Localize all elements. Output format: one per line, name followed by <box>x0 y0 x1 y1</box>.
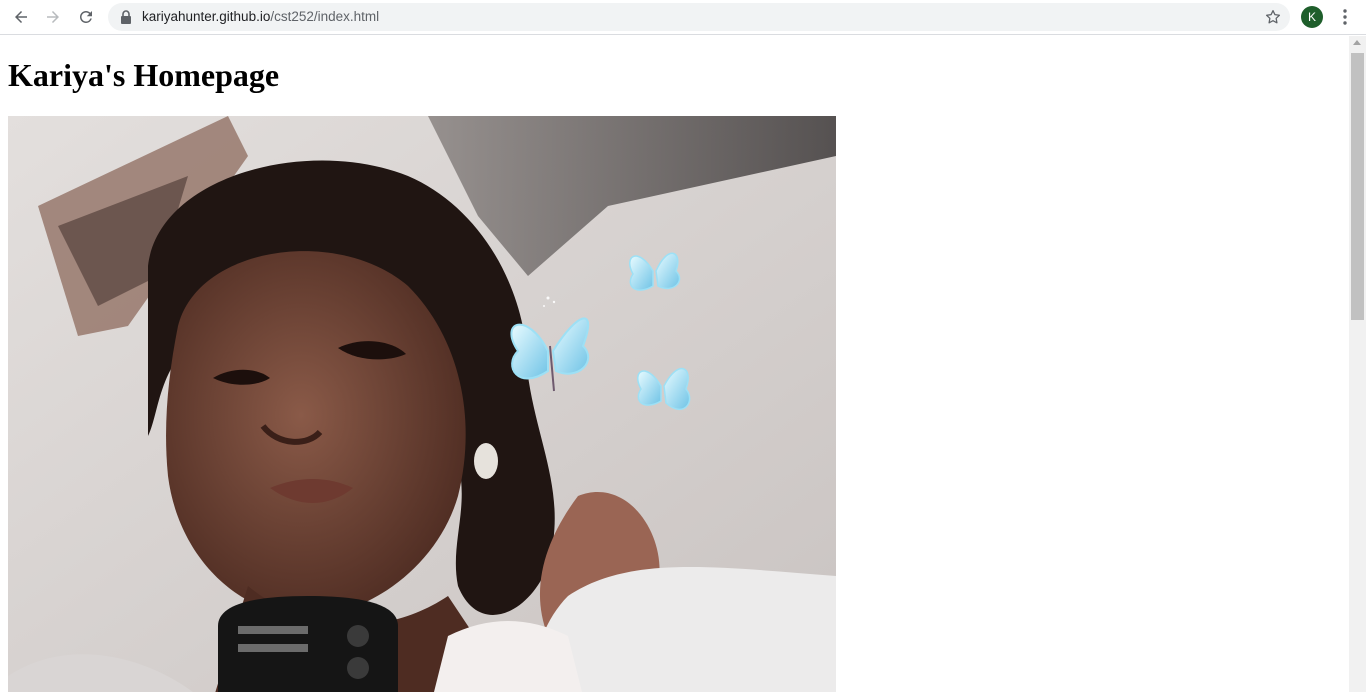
profile-avatar[interactable]: K <box>1301 6 1323 28</box>
address-bar[interactable]: kariyahunter.github.io/cst252/index.html <box>108 3 1290 31</box>
lock-icon[interactable] <box>120 10 132 24</box>
page-viewport: Kariya's Homepage <box>0 36 1349 692</box>
page-title: Kariya's Homepage <box>8 57 280 93</box>
selfie-image <box>8 116 836 692</box>
forward-button[interactable] <box>40 4 66 30</box>
profile-photo <box>8 116 836 692</box>
star-icon[interactable] <box>1264 8 1282 26</box>
back-button[interactable] <box>8 4 34 30</box>
url-host: kariyahunter.github.io <box>142 9 271 24</box>
reload-icon <box>80 10 92 23</box>
vertical-scrollbar[interactable] <box>1349 36 1366 692</box>
browser-toolbar: kariyahunter.github.io/cst252/index.html… <box>0 0 1366 35</box>
reload-button[interactable] <box>73 4 99 30</box>
kebab-menu-icon[interactable] <box>1335 7 1355 27</box>
back-arrow-icon <box>15 11 27 23</box>
scroll-up-arrow-icon[interactable] <box>1353 40 1361 45</box>
url-text[interactable]: kariyahunter.github.io/cst252/index.html <box>142 9 379 24</box>
forward-arrow-icon <box>47 11 59 23</box>
url-path: /cst252/index.html <box>270 9 380 24</box>
scroll-thumb[interactable] <box>1351 53 1364 320</box>
